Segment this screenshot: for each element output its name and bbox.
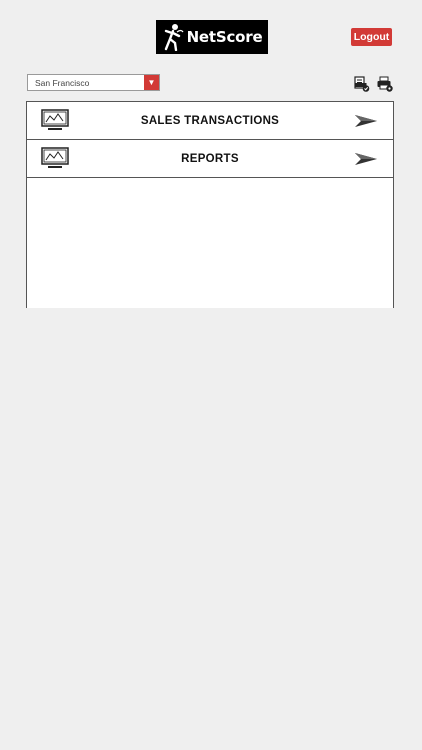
logo-text: NetScore xyxy=(186,28,263,46)
menu-item-sales-transactions[interactable]: SALES TRANSACTIONS xyxy=(27,102,393,140)
document-check-icon[interactable] xyxy=(354,76,370,92)
arrow-right-icon[interactable] xyxy=(355,152,377,166)
printer-settings-icon[interactable] xyxy=(377,76,393,92)
menu-item-label: REPORTS xyxy=(181,152,239,165)
logout-button[interactable]: Logout xyxy=(351,28,392,46)
location-select[interactable]: San Francisco ▼ xyxy=(27,74,160,91)
location-select-value: San Francisco xyxy=(35,77,90,88)
arrow-right-icon[interactable] xyxy=(355,114,377,128)
menu-item-reports[interactable]: REPORTS xyxy=(27,140,393,178)
monitor-chart-icon xyxy=(41,109,69,130)
menu-panel: SALES TRANSACTIONS REPORTS xyxy=(26,101,394,308)
menu-item-label: SALES TRANSACTIONS xyxy=(140,114,280,127)
player-figure-icon xyxy=(164,24,184,51)
monitor-chart-icon xyxy=(41,147,69,168)
chevron-down-icon[interactable]: ▼ xyxy=(144,75,159,90)
netscore-logo: NetScore xyxy=(156,20,268,54)
